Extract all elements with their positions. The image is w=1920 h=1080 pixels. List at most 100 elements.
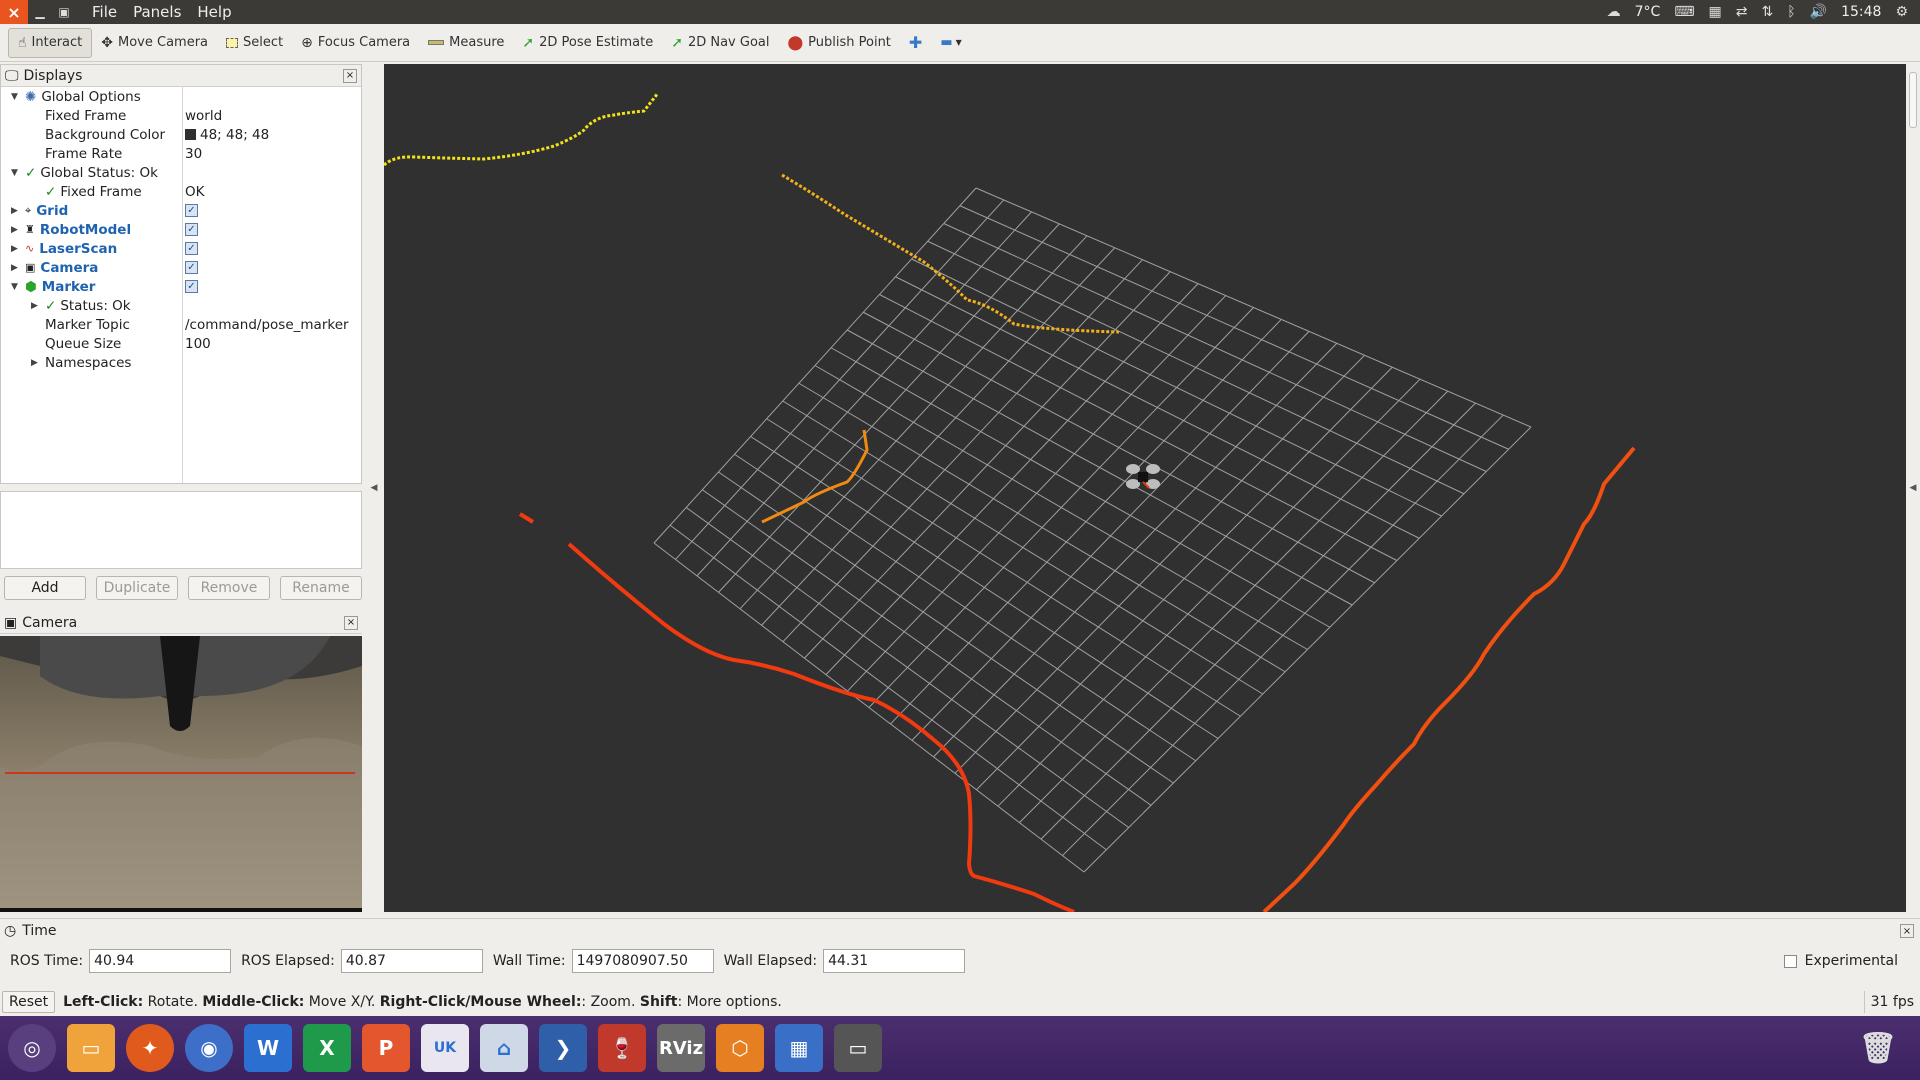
panel-close-icon[interactable]: × <box>344 615 358 630</box>
tree-row-camera[interactable]: ▶ ▣ Camera ✓ <box>1 258 361 277</box>
volume-icon[interactable]: 🔊 <box>1810 4 1827 20</box>
displays-button-row: Add Duplicate Remove Rename <box>0 576 362 604</box>
collapse-arrow-icon[interactable]: ▶ <box>31 358 38 368</box>
select-tool[interactable]: Select <box>217 28 292 58</box>
expand-arrow-icon[interactable]: ▼ <box>11 282 18 292</box>
color-swatch[interactable] <box>185 129 196 140</box>
ubuntu-software-icon[interactable]: UK <box>421 1024 469 1072</box>
window-maximize-button[interactable]: ▣ <box>52 0 76 24</box>
menu-panels[interactable]: Panels <box>125 3 189 21</box>
bluetooth-icon[interactable]: ᛒ <box>1787 4 1795 20</box>
rename-button[interactable]: Rename <box>280 576 362 600</box>
chevron-left-icon: ◀ <box>370 483 378 493</box>
laser-icon: ∿ <box>25 242 35 255</box>
excel-icon[interactable]: X <box>303 1024 351 1072</box>
grid-line <box>702 489 1152 806</box>
grid-enabled-checkbox[interactable]: ✓ <box>185 204 198 217</box>
wall-elapsed-field[interactable]: 44.31 <box>823 949 966 973</box>
2d-nav-goal-tool[interactable]: ➚ 2D Nav Goal <box>662 28 778 58</box>
experimental-checkbox[interactable] <box>1783 954 1797 968</box>
displays-tree: ▼ ✺ Global Options Fixed Frame world Back… <box>1 87 361 483</box>
expand-arrow-icon[interactable]: ▼ <box>11 168 18 178</box>
2d-pose-estimate-tool[interactable]: ➚ 2D Pose Estimate <box>513 28 662 58</box>
window-close-button[interactable]: × <box>0 0 28 24</box>
gazebo-icon[interactable]: ⬡ <box>716 1024 764 1072</box>
camera-image-view[interactable] <box>0 636 362 912</box>
tree-row-queue-size[interactable]: Queue Size 100 <box>1 334 361 353</box>
interact-tool[interactable]: ☝ Interact <box>8 27 93 58</box>
ros-elapsed-field[interactable]: 40.87 <box>340 949 483 973</box>
tree-row-fixed-frame[interactable]: Fixed Frame world <box>1 106 361 125</box>
publish-point-tool[interactable]: ⬤ Publish Point <box>778 28 899 58</box>
left-splitter-handle[interactable]: ◀ <box>365 64 383 912</box>
menu-help[interactable]: Help <box>189 3 239 21</box>
experimental-toggle[interactable]: Experimental <box>1783 953 1898 969</box>
marker-enabled-checkbox[interactable]: ✓ <box>185 280 198 293</box>
remmina-icon[interactable]: ⌂ <box>480 1024 528 1072</box>
trash-icon[interactable]: 🗑 <box>1854 1024 1902 1072</box>
tree-row-marker-status[interactable]: ▶ ✓ Status: Ok <box>1 296 361 315</box>
robot-marker <box>1126 464 1160 489</box>
disk-icon[interactable]: ▭ <box>834 1024 882 1072</box>
wall-time-field[interactable]: 1497080907.50 <box>571 949 714 973</box>
remove-tool-button[interactable]: ▬ ▼ <box>931 28 970 58</box>
add-tool-button[interactable]: ✚ <box>900 28 931 58</box>
tree-row-status-fixed-frame[interactable]: ✓ Fixed Frame OK <box>1 182 361 201</box>
tree-row-robotmodel[interactable]: ▶ ♜ RobotModel ✓ <box>1 220 361 239</box>
3d-render-viewport[interactable] <box>382 64 1906 914</box>
word-icon[interactable]: W <box>244 1024 292 1072</box>
focus-camera-tool[interactable]: ⊕ Focus Camera <box>292 28 419 58</box>
laser-trail-orange-left <box>761 429 869 524</box>
teamviewer-icon[interactable]: ⇄ <box>1736 4 1748 20</box>
vscode-icon[interactable]: ❯ <box>539 1024 587 1072</box>
tree-row-namespaces[interactable]: ▶ Namespaces <box>1 353 361 372</box>
panel-close-icon[interactable]: × <box>343 68 357 83</box>
tree-row-global-options[interactable]: ▼ ✺ Global Options <box>1 87 361 106</box>
views-panel-handle[interactable] <box>1909 72 1917 128</box>
files-icon[interactable]: ▭ <box>67 1024 115 1072</box>
firefox-icon[interactable]: ✦ <box>126 1024 174 1072</box>
tree-row-marker[interactable]: ▼ ⬢ Marker ✓ <box>1 277 361 296</box>
panel-close-icon[interactable]: × <box>1900 924 1914 938</box>
add-button[interactable]: Add <box>4 576 86 600</box>
right-splitter-handle[interactable]: ◀ <box>1906 64 1920 912</box>
ubuntu-logo-icon[interactable]: ◎ <box>8 1024 56 1072</box>
settings-gear-icon[interactable]: ⚙ <box>1895 4 1908 20</box>
ros-time-field[interactable]: 40.94 <box>89 949 232 973</box>
tree-row-grid[interactable]: ▶ ⌖ Grid ✓ <box>1 201 361 220</box>
clock[interactable]: 15:48 <box>1841 4 1881 20</box>
camera-panel: ▣ Camera × <box>0 612 362 912</box>
rviz-icon[interactable]: RViz <box>657 1024 705 1072</box>
tree-row-laserscan[interactable]: ▶ ∿ LaserScan ✓ <box>1 239 361 258</box>
expand-arrow-icon[interactable]: ▼ <box>11 92 18 102</box>
reset-button[interactable]: Reset <box>2 991 56 1013</box>
remove-button[interactable]: Remove <box>188 576 270 600</box>
camera-enabled-checkbox[interactable]: ✓ <box>185 261 198 274</box>
collapse-arrow-icon[interactable]: ▶ <box>31 301 38 311</box>
collapse-arrow-icon[interactable]: ▶ <box>11 263 18 273</box>
temperature[interactable]: 7°C <box>1635 4 1661 20</box>
laserscan-enabled-checkbox[interactable]: ✓ <box>185 242 198 255</box>
workspace-switcher-icon[interactable]: ▦ <box>775 1024 823 1072</box>
weather-icon[interactable]: ☁ <box>1607 4 1621 20</box>
ros-time-label: ROS Time: <box>10 953 84 969</box>
menu-file[interactable]: File <box>84 3 125 21</box>
robotmodel-enabled-checkbox[interactable]: ✓ <box>185 223 198 236</box>
network-icon[interactable]: ⇅ <box>1762 4 1774 20</box>
tree-row-frame-rate[interactable]: Frame Rate 30 <box>1 144 361 163</box>
keyboard-icon[interactable]: ⌨ <box>1674 4 1694 20</box>
collapse-arrow-icon[interactable]: ▶ <box>11 225 18 235</box>
measure-tool[interactable]: Measure <box>419 28 513 58</box>
tree-row-background-color[interactable]: Background Color 48; 48; 48 <box>1 125 361 144</box>
tree-row-marker-topic[interactable]: Marker Topic /command/pose_marker <box>1 315 361 334</box>
collapse-arrow-icon[interactable]: ▶ <box>11 244 18 254</box>
chromium-icon[interactable]: ◉ <box>185 1024 233 1072</box>
duplicate-button[interactable]: Duplicate <box>96 576 178 600</box>
powerpoint-icon[interactable]: P <box>362 1024 410 1072</box>
move-camera-tool[interactable]: ✥ Move Camera <box>92 28 217 58</box>
wine-icon[interactable]: 🍷 <box>598 1024 646 1072</box>
collapse-arrow-icon[interactable]: ▶ <box>11 206 18 216</box>
tree-row-global-status[interactable]: ▼ ✓ Global Status: Ok <box>1 163 361 182</box>
window-minimize-button[interactable]: ▁ <box>28 0 52 24</box>
calendar-icon[interactable]: ▦ <box>1709 4 1722 20</box>
